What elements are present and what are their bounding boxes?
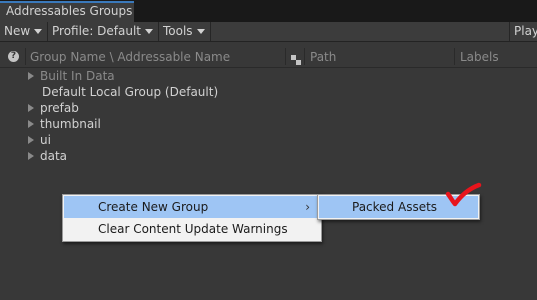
group-row-thumbnail[interactable]: thumbnail bbox=[28, 116, 101, 132]
new-label: New bbox=[4, 24, 31, 38]
column-divider[interactable] bbox=[304, 48, 305, 65]
chevron-down-icon bbox=[34, 29, 43, 34]
group-label: Default Local Group (Default) bbox=[42, 85, 219, 99]
tools-dropdown-button[interactable]: Tools bbox=[159, 22, 211, 41]
window-tab-strip: Addressables Groups bbox=[0, 0, 537, 22]
menu-item-clear-content-update-warnings[interactable]: Clear Content Update Warnings bbox=[64, 218, 320, 240]
group-row-prefab[interactable]: prefab bbox=[28, 100, 79, 116]
context-menu: Create New Group › Clear Content Update … bbox=[62, 194, 322, 242]
group-label: prefab bbox=[40, 101, 79, 115]
column-header-labels[interactable]: Labels bbox=[460, 46, 499, 67]
menu-item-label: Packed Assets bbox=[352, 200, 438, 214]
tab-addressables-groups[interactable]: Addressables Groups bbox=[0, 1, 134, 22]
play-mode-dropdown-button[interactable]: Play bbox=[509, 22, 537, 41]
group-row-built-in-data[interactable]: Built In Data bbox=[28, 68, 115, 84]
menu-item-create-new-group[interactable]: Create New Group › bbox=[64, 196, 320, 218]
chevron-right-icon: › bbox=[305, 200, 310, 214]
group-label: ui bbox=[40, 133, 51, 147]
chevron-down-icon bbox=[145, 29, 154, 34]
chevron-down-icon bbox=[196, 29, 205, 34]
column-header-group-name[interactable]: Group Name \ Addressable Name bbox=[30, 46, 230, 67]
group-label: Built In Data bbox=[40, 69, 115, 83]
column-header-path[interactable]: Path bbox=[310, 46, 336, 67]
column-divider[interactable] bbox=[285, 48, 286, 65]
new-dropdown-button[interactable]: New bbox=[0, 22, 48, 41]
play-label: Play bbox=[514, 24, 537, 38]
menu-item-label: Clear Content Update Warnings bbox=[98, 222, 288, 236]
toolbar: New Profile: Default Tools Play bbox=[0, 22, 537, 42]
group-row-ui[interactable]: ui bbox=[28, 132, 51, 148]
checkmark-annotation-icon bbox=[445, 182, 482, 207]
help-icon[interactable]: ? bbox=[8, 51, 19, 62]
tools-label: Tools bbox=[163, 24, 193, 38]
column-divider[interactable] bbox=[25, 48, 26, 65]
profile-dropdown-button[interactable]: Profile: Default bbox=[48, 22, 159, 41]
menu-item-label: Create New Group bbox=[98, 200, 209, 214]
addressable-icon bbox=[290, 51, 302, 65]
expand-arrow-icon[interactable] bbox=[28, 72, 34, 80]
expand-arrow-icon[interactable] bbox=[28, 136, 34, 144]
expand-arrow-icon[interactable] bbox=[28, 104, 34, 112]
expand-arrow-icon[interactable] bbox=[28, 152, 34, 160]
group-label: data bbox=[40, 149, 68, 163]
column-header: ? Group Name \ Addressable Name Path Lab… bbox=[0, 46, 537, 68]
expand-arrow-icon[interactable] bbox=[28, 120, 34, 128]
group-label: thumbnail bbox=[40, 117, 101, 131]
group-row-data[interactable]: data bbox=[28, 148, 67, 164]
column-divider[interactable] bbox=[454, 48, 455, 65]
profile-label: Profile: Default bbox=[52, 24, 142, 38]
group-row-default-local[interactable]: Default Local Group (Default) bbox=[42, 84, 218, 100]
